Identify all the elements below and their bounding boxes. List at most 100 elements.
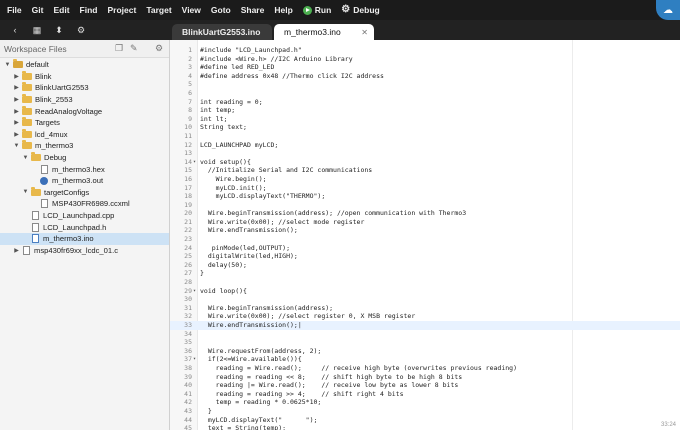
fold-arrow-icon[interactable]: ▾ [193, 355, 198, 364]
sidebar-gear-icon[interactable]: ⚙ [155, 43, 163, 54]
code-line[interactable]: 19 [170, 201, 680, 210]
code-line[interactable]: 36 Wire.requestFrom(address, 2); [170, 347, 680, 356]
tree-item[interactable]: m_thermo3.out [0, 175, 169, 187]
code-line[interactable]: 13 [170, 149, 680, 158]
import-icon[interactable]: ⬍ [52, 25, 66, 36]
code-line[interactable]: 9 int lt; [170, 115, 680, 124]
code-line[interactable]: 14 ▾ void setup(){ [170, 158, 680, 167]
code-line[interactable]: 30 [170, 295, 680, 304]
tree-item[interactable]: m_thermo3.ino [0, 232, 169, 245]
code-line[interactable]: 43 } [170, 407, 680, 416]
code-line[interactable]: 7 int reading = 0; [170, 98, 680, 107]
code-line[interactable]: 20 Wire.beginTransmission(address); //op… [170, 209, 680, 218]
code-line[interactable]: 2 #include <Wire.h> //I2C Arduino Library [170, 55, 680, 64]
code-line[interactable]: 4 #define address 0x48 //Thermo click I2C… [170, 72, 680, 81]
expanded-arrow-icon[interactable]: ▼ [4, 62, 11, 68]
code-line[interactable]: 10 String text; [170, 123, 680, 132]
tree-item[interactable]: LCD_Launchpad.cpp [0, 210, 169, 222]
expanded-arrow-icon[interactable]: ▼ [13, 143, 20, 149]
collapsed-arrow-icon[interactable]: ▶ [13, 247, 20, 254]
copy-icon[interactable]: ❐ [115, 43, 123, 54]
menu-git[interactable]: Git [27, 5, 49, 15]
tree-item[interactable]: ▼ Debug [0, 152, 169, 164]
code-line[interactable]: 12 LCD_LAUNCHPAD myLCD; [170, 141, 680, 150]
menu-view[interactable]: View [177, 5, 206, 15]
collapsed-arrow-icon[interactable]: ▶ [13, 119, 20, 126]
code-line[interactable]: 34 [170, 330, 680, 339]
code-line[interactable]: 32 Wire.write(0x00); //select register 0… [170, 312, 680, 321]
collapsed-arrow-icon[interactable]: ▶ [13, 73, 20, 80]
menu-share[interactable]: Share [236, 5, 270, 15]
code-line[interactable]: 5 [170, 80, 680, 89]
code-line[interactable]: 35 [170, 338, 680, 347]
collapsed-arrow-icon[interactable]: ▶ [13, 96, 20, 103]
tree-item[interactable]: ▶ msp430fr69xx_lcdc_01.c [0, 245, 169, 257]
expanded-arrow-icon[interactable]: ▼ [22, 189, 29, 195]
tree-item[interactable]: ▼ default [0, 59, 169, 71]
tree-item[interactable]: MSP430FR6989.ccxml [0, 198, 169, 210]
code-line[interactable]: 16 Wire.begin(); [170, 175, 680, 184]
menu-find[interactable]: Find [75, 5, 103, 15]
code-line[interactable]: 44 myLCD.displayText(" "); [170, 416, 680, 425]
code-line[interactable]: 23 [170, 235, 680, 244]
tree-item[interactable]: ▶ Blink_2553 [0, 94, 169, 106]
tree-item[interactable]: m_thermo3.hex [0, 163, 169, 175]
code-line[interactable]: 3 #define led RED_LED [170, 63, 680, 72]
fold-arrow-icon[interactable]: ▾ [193, 158, 198, 167]
tab-m-thermo3[interactable]: m_thermo3.ino ✕ [274, 24, 374, 40]
code-line[interactable]: 6 [170, 89, 680, 98]
code-line[interactable]: 39 reading = reading << 8; // shift high… [170, 373, 680, 382]
tree-item[interactable]: ▶ Targets [0, 117, 169, 129]
code-line[interactable]: 17 myLCD.init(); [170, 184, 680, 193]
tab-blinkuartg2553[interactable]: BlinkUartG2553.ino [172, 24, 272, 40]
code-line[interactable]: 15 //Initialize Serial and I2C communica… [170, 166, 680, 175]
tree-item[interactable]: ▶ Blink [0, 70, 169, 83]
tools-icon[interactable]: ✎ [130, 43, 138, 54]
code-line[interactable]: 45 text = String(temp); [170, 424, 680, 430]
code-line[interactable]: 1 #include "LCD_Launchpad.h" [170, 46, 680, 55]
fold-arrow-icon[interactable]: ▾ [193, 287, 198, 296]
code-line[interactable]: 11 [170, 132, 680, 141]
code-line[interactable]: 37 ▾ if(2<=Wire.available()){ [170, 355, 680, 364]
code-line[interactable]: 31 Wire.beginTransmission(address); [170, 304, 680, 313]
code-line[interactable]: 18 myLCD.displayText("THERMO"); [170, 192, 680, 201]
menu-help[interactable]: Help [269, 5, 297, 15]
menu-project[interactable]: Project [102, 5, 141, 15]
run-button[interactable]: Run [298, 5, 337, 15]
cloud-icon[interactable]: ☁ [656, 0, 680, 20]
tree-item[interactable]: ▼ m_thermo3 [0, 140, 169, 152]
menu-edit[interactable]: Edit [48, 5, 74, 15]
tree-item[interactable]: ▶ ReadAnalogVoltage [0, 105, 169, 117]
tree-item[interactable]: ▶ lcd_4mux [0, 128, 169, 141]
settings-gear-icon[interactable]: ⚙ [74, 25, 88, 36]
code-editor[interactable]: 1 #include "LCD_Launchpad.h" 2 #include <Wi… [170, 40, 680, 430]
collapsed-arrow-icon[interactable]: ▶ [13, 131, 20, 138]
tree-item[interactable]: ▶ BlinkUartG2553 [0, 82, 169, 94]
collapsed-arrow-icon[interactable]: ▶ [13, 108, 20, 115]
code-line[interactable]: 8 int temp; [170, 106, 680, 115]
code-line[interactable]: 33 Wire.endTransmission();| [170, 321, 680, 330]
code-line[interactable]: 26 delay(50); [170, 261, 680, 270]
menu-goto[interactable]: Goto [206, 5, 236, 15]
code-line[interactable]: 40 reading |= Wire.read(); // receive lo… [170, 381, 680, 390]
code-line[interactable]: 42 temp = reading * 0.0625*10; [170, 398, 680, 407]
code-line[interactable]: 41 reading = reading >> 4; // shift righ… [170, 390, 680, 399]
new-file-icon[interactable]: ▦ [30, 25, 44, 36]
code-line[interactable]: 22 Wire.endTransmission(); [170, 226, 680, 235]
debug-button[interactable]: ⚙ Debug [336, 5, 384, 16]
code-line[interactable]: 28 [170, 278, 680, 287]
code-line[interactable]: 27} [170, 269, 680, 278]
menu-target[interactable]: Target [141, 5, 176, 15]
collapse-sidebar-icon[interactable]: ‹ [8, 25, 22, 35]
tree-item[interactable]: ▼ targetConfigs [0, 186, 169, 199]
collapsed-arrow-icon[interactable]: ▶ [13, 84, 20, 91]
code-line[interactable]: 24 pinMode(led,OUTPUT); [170, 244, 680, 253]
code-line[interactable]: 29 ▾ void loop(){ [170, 287, 680, 296]
menu-file[interactable]: File [0, 5, 27, 15]
close-tab-icon[interactable]: ✕ [361, 28, 368, 37]
code-line[interactable]: 21 Wire.write(0x00); //select mode regis… [170, 218, 680, 227]
code-line[interactable]: 38 reading = Wire.read(); // receive hig… [170, 364, 680, 373]
expanded-arrow-icon[interactable]: ▼ [22, 155, 29, 161]
tree-item[interactable]: LCD_Launchpad.h [0, 221, 169, 233]
code-line[interactable]: 25 digitalWrite(led,HIGH); [170, 252, 680, 261]
